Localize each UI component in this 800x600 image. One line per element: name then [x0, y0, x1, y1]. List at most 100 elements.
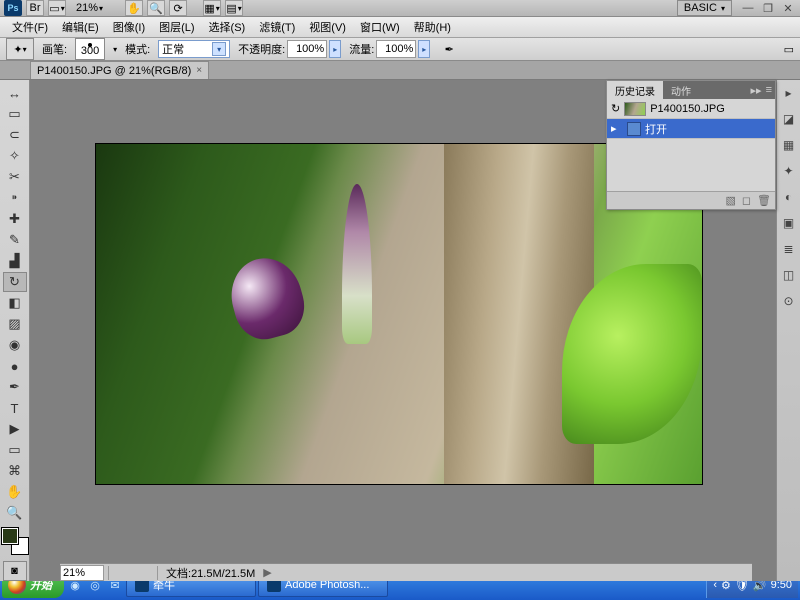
close-button[interactable]: ✕ — [780, 1, 796, 15]
wand-tool-icon[interactable]: ✧ — [3, 146, 27, 166]
move-tool-icon[interactable]: ↔ — [3, 83, 27, 103]
brush-source-icon[interactable]: ↻ — [611, 102, 620, 115]
document-tab[interactable]: P1400150.JPG @ 21%(RGB/8) × — [30, 61, 209, 79]
delete-state-icon[interactable]: 🗑 — [757, 194, 771, 207]
new-snapshot-icon[interactable]: ◻ — [742, 194, 751, 207]
masks-panel-icon[interactable]: ▣ — [780, 214, 798, 232]
options-bar: ✦▾ 画笔: 300▾ 模式: 正常▾ 不透明度: 100% ▸ 流量: 100… — [0, 38, 800, 61]
pen-tool-icon[interactable]: ✒ — [3, 377, 27, 397]
document-tab-title: P1400150.JPG @ 21%(RGB/8) — [37, 65, 191, 77]
minimize-button[interactable]: — — [740, 1, 756, 15]
image-content — [232, 258, 342, 448]
flow-slider-icon[interactable]: ▸ — [418, 40, 430, 58]
stamp-tool-icon[interactable]: ▟ — [3, 251, 27, 271]
doc-size-label: 文档:21.5M/21.5M — [162, 565, 259, 581]
hand-tool2-icon[interactable]: ✋ — [3, 482, 27, 502]
layers-panel-icon[interactable]: ≣ — [780, 240, 798, 258]
zoom-tool2-icon[interactable]: 🔍 — [3, 503, 27, 523]
crop-tool-icon[interactable]: ✂ — [3, 167, 27, 187]
right-dock: ▸ ◪ ▦ ✦ ◐ ▣ ≣ ◫ ⊙ — [776, 80, 800, 581]
heal-tool-icon[interactable]: ✚ — [3, 209, 27, 229]
history-snapshot-row[interactable]: ↻ P1400150.JPG — [607, 99, 775, 119]
flow-input[interactable]: 100% — [376, 40, 416, 58]
screen-mode-icon[interactable]: ▭▾ — [48, 0, 66, 16]
status-bar: 21% 文档:21.5M/21.5M ▶ — [60, 563, 752, 581]
opacity-input[interactable]: 100% — [287, 40, 327, 58]
history-state-marker: ▸ — [611, 122, 623, 135]
workspace-switcher[interactable]: BASIC ▾ — [677, 0, 732, 16]
panel-tab-bar: 历史记录 动作 ▸▸ ≡ — [607, 81, 775, 99]
menu-edit[interactable]: 编辑(E) — [56, 17, 105, 37]
path-select-tool-icon[interactable]: ▶ — [3, 419, 27, 439]
opacity-label: 不透明度: — [238, 41, 285, 57]
restore-button[interactable]: ❐ — [760, 1, 776, 15]
foreground-color-swatch[interactable] — [2, 528, 18, 544]
zoom-dropdown[interactable]: 21%▾ — [70, 2, 109, 14]
dock-expand-icon[interactable]: ▸ — [780, 84, 798, 102]
menu-filter[interactable]: 滤镜(T) — [253, 17, 301, 37]
brush-preset-picker[interactable]: 300 — [75, 38, 105, 60]
history-step-label: 打开 — [645, 121, 667, 137]
menu-bar: 文件(F) 编辑(E) 图像(I) 图层(L) 选择(S) 滤镜(T) 视图(V… — [0, 17, 800, 38]
3d-tool-icon[interactable]: ⌘ — [3, 461, 27, 481]
brush-label: 画笔: — [42, 41, 67, 57]
color-panel-icon[interactable]: ◪ — [780, 110, 798, 128]
history-brush-tool-icon[interactable]: ↻ — [3, 272, 27, 292]
history-tab[interactable]: 历史记录 — [607, 81, 663, 100]
zoom-input[interactable]: 21% — [60, 565, 104, 581]
menu-window[interactable]: 窗口(W) — [354, 17, 406, 37]
actions-tab[interactable]: 动作 — [663, 81, 699, 100]
document-tab-bar: P1400150.JPG @ 21%(RGB/8) × — [0, 61, 800, 80]
image-content — [342, 184, 372, 344]
menu-select[interactable]: 选择(S) — [203, 17, 252, 37]
panel-menu-icon[interactable]: ≡ — [766, 84, 772, 97]
opacity-slider-icon[interactable]: ▸ — [329, 40, 341, 58]
airbrush-icon[interactable]: ✒ — [438, 40, 460, 58]
snapshot-thumb-icon — [624, 102, 646, 116]
menu-image[interactable]: 图像(I) — [107, 17, 151, 37]
zoom-tool-icon[interactable]: 🔍 — [147, 0, 165, 16]
tab-close-icon[interactable]: × — [196, 65, 202, 76]
styles-panel-icon[interactable]: ✦ — [780, 162, 798, 180]
paths-panel-icon[interactable]: ⊙ — [780, 292, 798, 310]
panel-menu-icon[interactable]: ▭ — [784, 43, 794, 56]
menu-layer[interactable]: 图层(L) — [153, 17, 200, 37]
type-tool-icon[interactable]: T — [3, 398, 27, 418]
current-tool-icon[interactable]: ✦▾ — [6, 38, 34, 60]
gradient-tool-icon[interactable]: ▨ — [3, 314, 27, 334]
menu-help[interactable]: 帮助(H) — [408, 17, 457, 37]
hand-tool-icon[interactable]: ✋ — [125, 0, 143, 16]
dodge-tool-icon[interactable]: ● — [3, 356, 27, 376]
mode-label: 模式: — [125, 41, 150, 57]
adjustments-panel-icon[interactable]: ◐ — [780, 188, 798, 206]
color-swatches[interactable] — [2, 528, 28, 554]
open-step-icon — [627, 122, 641, 136]
lasso-tool-icon[interactable]: ⊂ — [3, 125, 27, 145]
marquee-tool-icon[interactable]: ▭ — [3, 104, 27, 124]
history-empty-area — [607, 139, 775, 191]
menu-file[interactable]: 文件(F) — [6, 17, 54, 37]
rotate-view-icon[interactable]: ⟳ — [169, 0, 187, 16]
swatches-panel-icon[interactable]: ▦ — [780, 136, 798, 154]
channels-panel-icon[interactable]: ◫ — [780, 266, 798, 284]
ps-logo-icon: Ps — [4, 0, 22, 16]
panel-collapse-icon[interactable]: ▸▸ — [751, 84, 762, 97]
quick-mask-icon[interactable]: ◙ — [3, 561, 27, 581]
blur-tool-icon[interactable]: ◉ — [3, 335, 27, 355]
new-doc-from-state-icon[interactable]: ▧ — [725, 194, 735, 207]
brush-tool-icon[interactable]: ✎ — [3, 230, 27, 250]
photoshop-window: Ps Br ▭▾ 21%▾ ✋ 🔍 ⟳ ▦▾ ▤▾ BASIC ▾ — ❐ ✕ … — [0, 0, 800, 570]
history-step-row[interactable]: ▸ 打开 — [607, 119, 775, 139]
menu-view[interactable]: 视图(V) — [303, 17, 352, 37]
eraser-tool-icon[interactable]: ◧ — [3, 293, 27, 313]
bridge-icon[interactable]: Br — [26, 0, 44, 16]
eyedropper-tool-icon[interactable]: ⁍ — [3, 188, 27, 208]
blend-mode-select[interactable]: 正常▾ — [158, 40, 230, 58]
shape-tool-icon[interactable]: ▭ — [3, 440, 27, 460]
work-area: ↔ ▭ ⊂ ✧ ✂ ⁍ ✚ ✎ ▟ ↻ ◧ ▨ ◉ ● ✒ T ▶ ▭ ⌘ ✋ … — [0, 80, 800, 581]
arrange-docs-icon[interactable]: ▦▾ — [203, 0, 221, 16]
screen-layout-icon[interactable]: ▤▾ — [225, 0, 243, 16]
status-menu-icon[interactable]: ▶ — [263, 566, 271, 579]
flow-label: 流量: — [349, 41, 374, 57]
history-panel: 历史记录 动作 ▸▸ ≡ ↻ P1400150.JPG ▸ 打开 ▧ ◻ 🗑 — [606, 80, 776, 210]
